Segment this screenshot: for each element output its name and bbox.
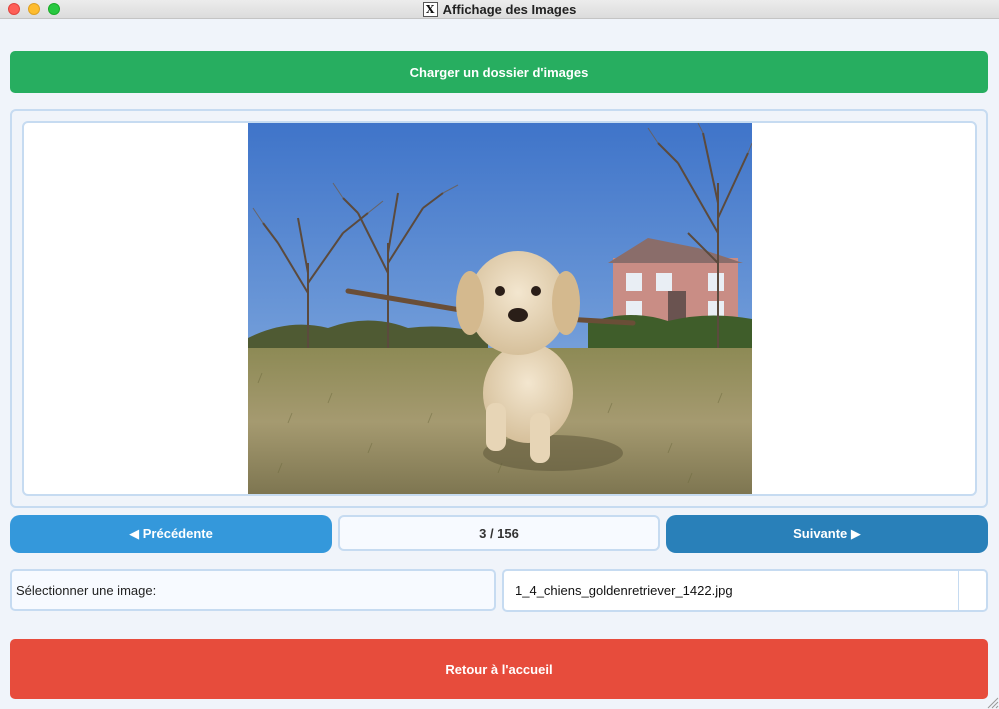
displayed-image	[248, 123, 752, 494]
image-frame	[22, 121, 977, 496]
previous-image-button[interactable]: ◀ Précédente	[10, 515, 332, 553]
load-folder-button[interactable]: Charger un dossier d'images	[10, 51, 988, 93]
image-select-dropdown[interactable]: 1_4_chiens_goldenretriever_1422.jpg	[502, 569, 988, 612]
window-titlebar: X Affichage des Images	[0, 0, 999, 19]
dropdown-arrow-button[interactable]	[958, 571, 986, 610]
resize-grip-icon[interactable]	[985, 695, 999, 709]
image-panel	[10, 109, 988, 508]
x11-app-icon: X	[422, 2, 438, 17]
window-title: Affichage des Images	[442, 2, 577, 17]
image-counter: 3 / 156	[338, 515, 660, 551]
selected-image-value: 1_4_chiens_goldenretriever_1422.jpg	[515, 583, 733, 598]
next-image-button[interactable]: Suivante ▶	[666, 515, 988, 553]
back-home-button[interactable]: Retour à l'accueil	[10, 639, 988, 699]
select-image-label: Sélectionner une image:	[10, 569, 496, 611]
window-title-group: X Affichage des Images	[0, 0, 999, 19]
